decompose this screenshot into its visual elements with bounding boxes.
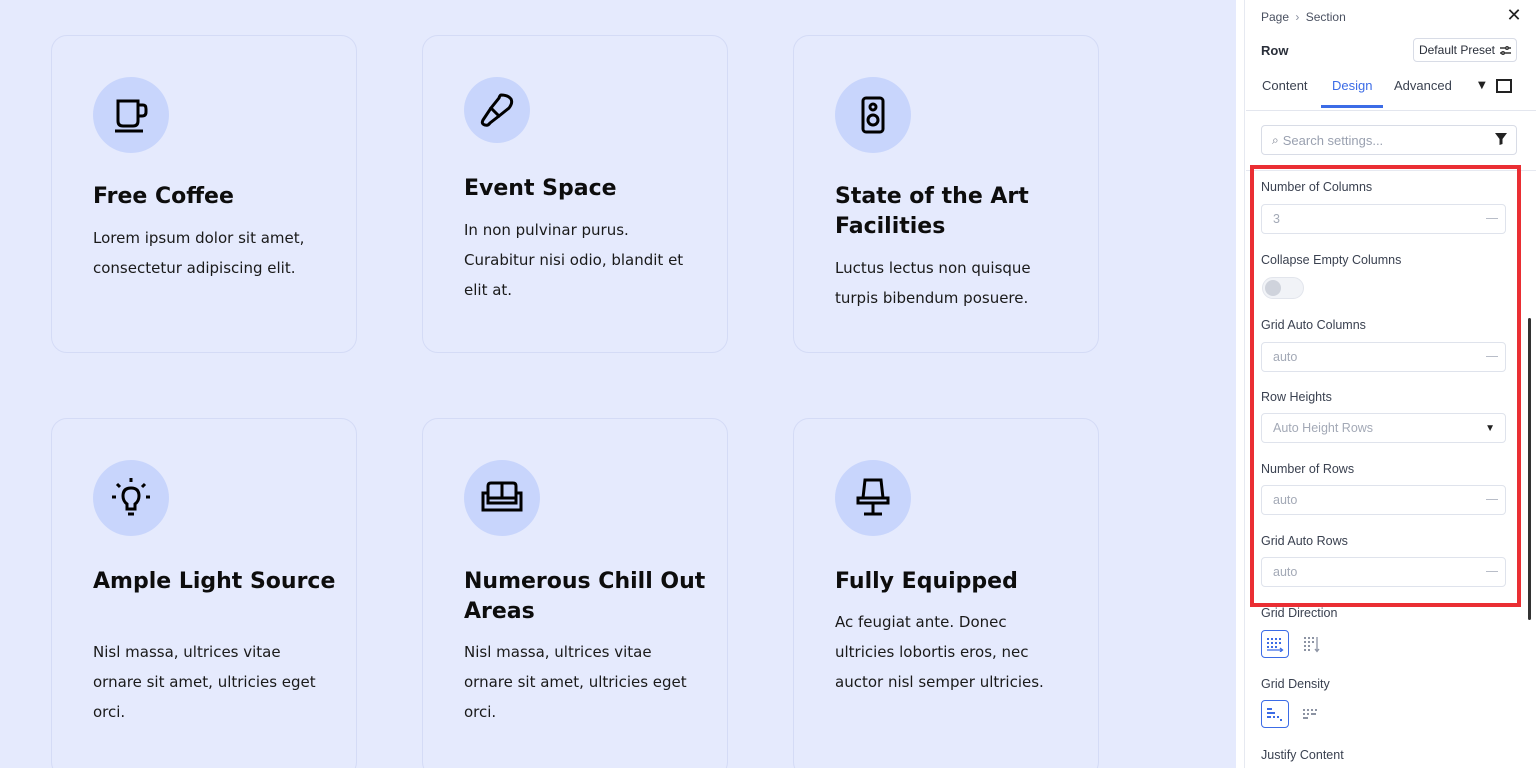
row-heights-label: Row Heights [1261,390,1332,404]
tab-design[interactable]: Design [1332,78,1372,93]
feature-card[interactable]: Free Coffee Lorem ipsum dolor sit amet, … [51,35,357,353]
reset-dash-icon[interactable] [1486,356,1498,357]
field-value: auto [1273,565,1298,579]
active-tab-indicator [1321,105,1383,108]
card-description: Nisl massa, ultrices vitae ornare sit am… [464,643,687,721]
field-value: auto [1273,350,1298,364]
number-of-rows-input[interactable]: auto [1261,485,1506,515]
card-description: Luctus lectus non quisque turpis bibendu… [835,259,1031,307]
section-divider [1246,170,1536,171]
collapse-empty-columns-label: Collapse Empty Columns [1261,253,1402,267]
expand-panel-icon[interactable] [1496,79,1512,93]
card-description: Nisl massa, ultrices vitae ornare sit am… [93,643,316,721]
select-value: Auto Height Rows [1273,421,1374,435]
breadcrumb-separator: › [1295,9,1300,24]
grid-auto-columns-input[interactable]: auto [1261,342,1506,372]
preset-label: Default Preset [1418,43,1496,57]
justify-content-label: Justify Content [1261,748,1344,762]
grid-density-dense-icon[interactable] [1297,700,1325,728]
lightbulb-icon [93,460,169,536]
panel-divider [1244,0,1245,768]
card-title: Free Coffee [93,184,234,209]
search-icon: ⌕ [1272,132,1279,147]
grid-direction-label: Grid Direction [1261,606,1338,620]
field-value: auto [1273,493,1298,507]
grid-auto-rows-input[interactable]: auto [1261,557,1506,587]
grid-direction-row-icon[interactable] [1261,630,1289,658]
reset-dash-icon[interactable] [1486,499,1498,500]
sofa-icon [464,460,540,536]
grid-direction-column-icon[interactable] [1297,630,1325,658]
panel-scrollbar[interactable] [1528,318,1531,620]
feature-card[interactable]: State of the Art Facilities Luctus lectu… [793,35,1099,353]
search-input[interactable]: ⌕ Search settings... [1261,125,1517,155]
card-description: In non pulvinar purus. Curabitur nisi od… [464,221,684,299]
microphone-icon [464,77,530,143]
chevron-down-icon: ▼ [1485,423,1495,434]
card-description: Lorem ipsum dolor sit amet, consectetur … [93,229,305,277]
collapse-empty-columns-toggle[interactable] [1262,277,1304,299]
feature-card[interactable]: Numerous Chill Out Areas Nisl massa, ult… [422,418,728,768]
toggle-knob [1265,280,1281,296]
card-title: Numerous Chill Out Areas [464,569,706,624]
coffee-cup-icon [93,77,169,153]
tab-content[interactable]: Content [1262,78,1308,93]
caret-down-icon[interactable]: ▼ [1478,80,1486,91]
breadcrumb: Page › Section [1261,9,1346,24]
preset-settings-icon [1500,45,1512,55]
card-description: Ac feugiat ante. Donec ultricies loborti… [835,613,1044,691]
desk-lamp-icon [835,460,911,536]
page-canvas: Free Coffee Lorem ipsum dolor sit amet, … [0,0,1236,768]
search-placeholder: Search settings... [1282,132,1384,148]
number-of-columns-input[interactable]: 3 [1261,204,1506,234]
card-title: State of the Art Facilities [835,184,1029,239]
speaker-icon [835,77,911,153]
reset-dash-icon[interactable] [1486,571,1498,572]
feature-card[interactable]: Ample Light Source Nisl massa, ultrices … [51,418,357,768]
module-title: Row [1261,43,1289,58]
feature-card[interactable]: Fully Equipped Ac feugiat ante. Donec ul… [793,418,1099,768]
close-icon[interactable]: ✕ [1504,6,1524,26]
breadcrumb-page-link[interactable]: Page [1261,10,1289,24]
breadcrumb-section-link[interactable]: Section [1306,10,1346,24]
card-title: Ample Light Source [93,569,336,594]
grid-auto-columns-label: Grid Auto Columns [1261,318,1366,332]
tab-advanced[interactable]: Advanced [1394,78,1452,93]
field-value: 3 [1273,212,1280,226]
preset-selector[interactable]: Default Preset [1413,38,1517,62]
card-title: Event Space [464,176,617,201]
filter-icon[interactable] [1494,132,1508,146]
grid-density-sparse-icon[interactable] [1261,700,1289,728]
grid-density-label: Grid Density [1261,677,1330,691]
number-of-columns-label: Number of Columns [1261,180,1373,194]
grid-auto-rows-label: Grid Auto Rows [1261,534,1348,548]
panel-tabs: Content Design Advanced [1246,70,1536,111]
number-of-rows-label: Number of Rows [1261,462,1355,476]
row-heights-select[interactable]: Auto Height Rows ▼ [1261,413,1506,443]
card-title: Fully Equipped [835,569,1018,594]
feature-card[interactable]: Event Space In non pulvinar purus. Curab… [422,35,728,353]
reset-dash-icon[interactable] [1486,218,1498,219]
